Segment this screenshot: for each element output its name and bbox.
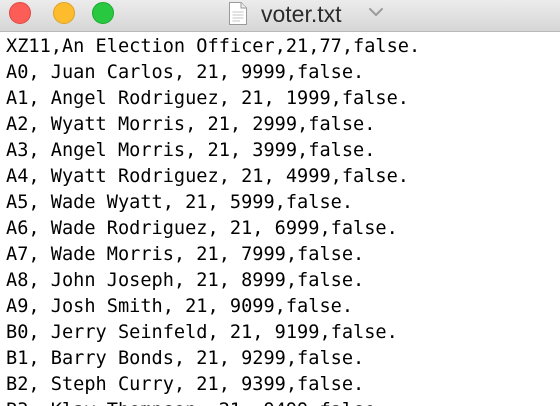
close-button[interactable] xyxy=(9,2,31,24)
text-editor-window: voter.txt XZ11,An Election Officer,21,77… xyxy=(0,0,560,406)
text-line-8: A6, Wade Rodriguez, 21, 6999,false. xyxy=(6,218,398,239)
text-line-13: B1, Barry Bonds, 21, 9299,false. xyxy=(6,348,365,369)
chevron-down-icon[interactable] xyxy=(368,6,384,18)
text-line-1: XZ11,An Election Officer,21,77,false. xyxy=(6,36,421,57)
text-line-14: B2, Steph Curry, 21, 9399,false. xyxy=(6,374,365,395)
zoom-button[interactable] xyxy=(92,2,114,24)
text-line-4: A2, Wyatt Morris, 21, 2999,false. xyxy=(6,114,376,135)
text-line-6: A4, Wyatt Rodriguez, 21, 4999,false. xyxy=(6,166,409,187)
text-content-area[interactable]: XZ11,An Election Officer,21,77,false. A0… xyxy=(0,34,560,406)
window-title[interactable]: voter.txt xyxy=(261,0,342,29)
minimize-button[interactable] xyxy=(53,2,75,24)
text-line-12: B0, Jerry Seinfeld, 21, 9199,false. xyxy=(6,322,398,343)
document-icon xyxy=(229,2,247,25)
text-line-5: A3, Angel Morris, 21, 3999,false. xyxy=(6,140,376,161)
text-line-3: A1, Angel Rodriguez, 21, 1999,false. xyxy=(6,88,409,109)
text-line-10: A8, John Joseph, 21, 8999,false. xyxy=(6,270,365,291)
text-line-15: B3, Klay Thompson, 21, 9499,false. xyxy=(6,398,387,406)
text-line-2: A0, Juan Carlos, 21, 9999,false. xyxy=(6,62,365,83)
title-bar[interactable]: voter.txt xyxy=(0,0,560,32)
text-line-9: A7, Wade Morris, 21, 7999,false. xyxy=(6,244,365,265)
text-line-11: A9, Josh Smith, 21, 9099,false. xyxy=(6,296,354,317)
text-line-7: A5, Wade Wyatt, 21, 5999,false. xyxy=(6,192,354,213)
